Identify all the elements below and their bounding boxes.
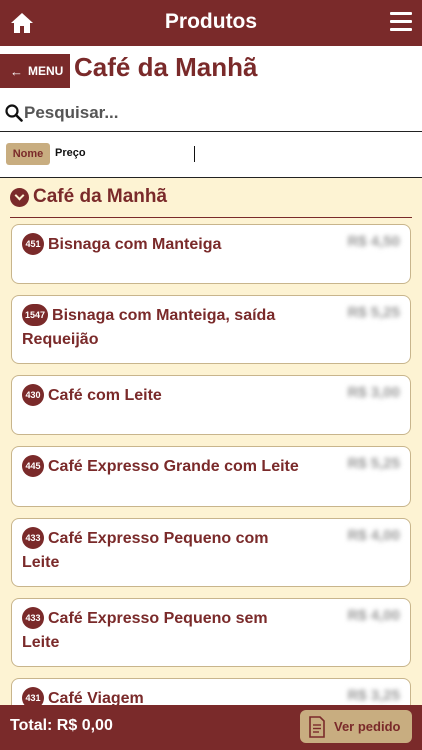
product-name: 431 Café Viagem bbox=[22, 687, 322, 705]
product-card[interactable]: 433 Café Expresso Pequeno com Leite R$ 4,… bbox=[11, 518, 411, 587]
page-header-title: Produtos bbox=[164, 10, 258, 33]
product-name-text: Café Expresso Grande com Leite bbox=[48, 458, 299, 475]
product-card[interactable]: 431 Café Viagem R$ 3,25 bbox=[11, 678, 411, 705]
view-order-label: Ver pedido bbox=[334, 719, 401, 734]
product-price: R$ 4,00 bbox=[347, 607, 400, 624]
chevron-down-circle-icon bbox=[10, 187, 29, 207]
top-bar: Produtos bbox=[0, 0, 422, 46]
product-name: 1547 Bisnaga com Manteiga, saída Requeijã… bbox=[22, 304, 352, 352]
sort-bar: Nome Preço bbox=[0, 132, 422, 178]
search-bar bbox=[0, 94, 422, 132]
product-name-text: Café Viagem bbox=[48, 690, 144, 705]
product-name-text: Café com Leite bbox=[48, 387, 162, 404]
product-code-badge: 433 bbox=[22, 607, 44, 629]
product-card[interactable]: 451 Bisnaga com Manteiga R$ 4,50 bbox=[11, 224, 411, 284]
product-card[interactable]: 430 Café com Leite R$ 3,00 bbox=[11, 375, 411, 435]
search-icon bbox=[5, 104, 23, 122]
back-to-menu-label: MENU bbox=[28, 64, 64, 78]
product-code-badge: 430 bbox=[22, 384, 44, 406]
page-title: Café da Manhã bbox=[74, 52, 258, 82]
product-card[interactable]: 433 Café Expresso Pequeno sem Leite R$ 4,… bbox=[11, 598, 411, 667]
back-to-menu-button[interactable]: ← MENU bbox=[0, 54, 70, 88]
product-card[interactable]: 445 Café Expresso Grande com Leite R$ 5,2… bbox=[11, 446, 411, 507]
product-code-badge: 445 bbox=[22, 455, 44, 477]
title-bar: ← MENU Café da Manhã bbox=[0, 46, 422, 94]
document-icon bbox=[309, 715, 325, 738]
product-name: 433 Café Expresso Pequeno com Leite bbox=[22, 527, 282, 575]
text-cursor bbox=[194, 146, 195, 162]
product-code-badge: 433 bbox=[22, 527, 44, 549]
order-total: Total: R$ 0,00 bbox=[10, 717, 113, 734]
product-price: R$ 3,25 bbox=[347, 687, 400, 704]
product-name-text: Café Expresso Pequeno sem Leite bbox=[22, 610, 268, 651]
search-input[interactable] bbox=[24, 100, 404, 126]
view-order-button[interactable]: Ver pedido bbox=[300, 710, 412, 743]
product-name-text: Bisnaga com Manteiga, saída Requeijão bbox=[22, 307, 276, 348]
product-code-badge: 451 bbox=[22, 233, 44, 255]
product-code-badge: 1547 bbox=[22, 304, 49, 326]
product-list[interactable]: Café da Manhã 451 Bisnaga com Manteiga R$… bbox=[0, 178, 422, 705]
home-icon[interactable] bbox=[10, 11, 34, 35]
product-name: 445 Café Expresso Grande com Leite bbox=[22, 455, 342, 479]
hamburger-icon[interactable] bbox=[390, 12, 412, 32]
product-price: R$ 5,25 bbox=[347, 304, 400, 321]
product-name: 433 Café Expresso Pequeno sem Leite bbox=[22, 607, 282, 655]
product-name: 451 Bisnaga com Manteiga bbox=[22, 233, 322, 257]
product-name-text: Café Expresso Pequeno com Leite bbox=[22, 530, 269, 571]
product-name-text: Bisnaga com Manteiga bbox=[48, 236, 222, 253]
product-card[interactable]: 1547 Bisnaga com Manteiga, saída Requeijã… bbox=[11, 295, 411, 364]
product-price: R$ 4,00 bbox=[347, 527, 400, 544]
product-name: 430 Café com Leite bbox=[22, 384, 322, 408]
footer-bar: Total: R$ 0,00 Ver pedido bbox=[0, 705, 422, 750]
section-title: Café da Manhã bbox=[33, 186, 168, 207]
arrow-left-icon: ← bbox=[10, 63, 23, 79]
product-price: R$ 3,00 bbox=[347, 384, 400, 401]
section-divider bbox=[10, 217, 412, 218]
product-price: R$ 5,25 bbox=[347, 455, 400, 472]
product-code-badge: 431 bbox=[22, 687, 44, 705]
sort-by-name-button[interactable]: Nome bbox=[6, 143, 50, 165]
section-header[interactable]: Café da Manhã bbox=[10, 186, 167, 208]
product-price: R$ 4,50 bbox=[347, 233, 400, 250]
sort-by-price-button[interactable]: Preço bbox=[55, 147, 86, 159]
